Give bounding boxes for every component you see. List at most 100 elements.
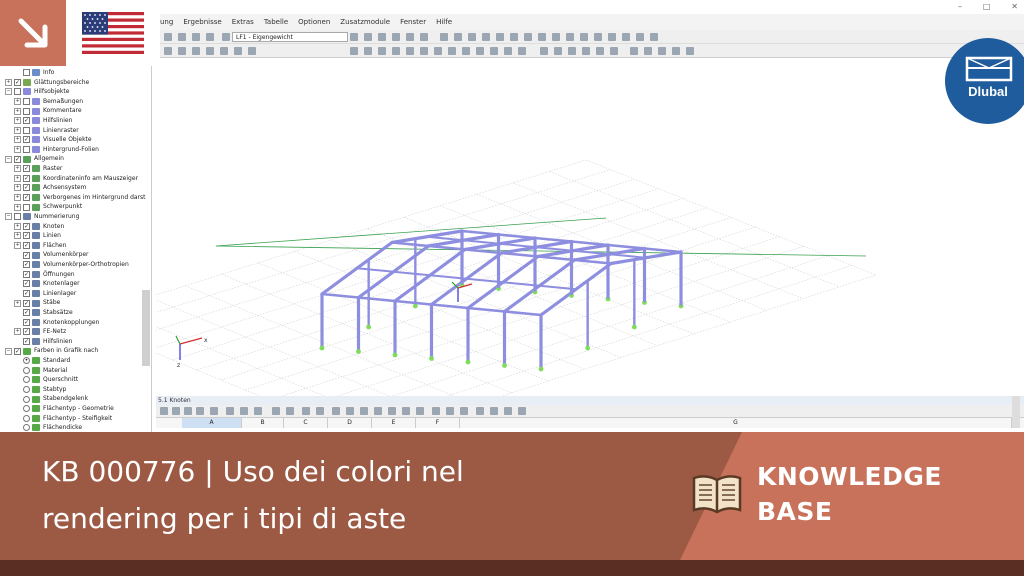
navigator-item[interactable]: + ✓ FE-Netz <box>14 327 66 337</box>
radio-button[interactable] <box>23 405 30 413</box>
toolbar-button-icon[interactable] <box>540 47 548 55</box>
expand-toggle-icon[interactable]: + <box>14 136 21 144</box>
navigator-scrollbar[interactable] <box>142 290 150 366</box>
checkbox[interactable]: ✓ <box>23 232 30 240</box>
toolbar-button-icon[interactable] <box>192 47 200 55</box>
checkbox[interactable]: ✓ <box>14 78 21 86</box>
checkbox[interactable]: ✓ <box>23 261 30 269</box>
navigator-item[interactable]: − Hilfsobjekte <box>5 87 69 97</box>
toolbar-button-icon[interactable] <box>610 47 618 55</box>
expand-toggle-icon[interactable]: + <box>5 78 12 86</box>
toolbar-button-icon[interactable] <box>378 47 386 55</box>
expand-toggle-icon[interactable]: + <box>14 299 21 307</box>
toolbar-button-icon[interactable] <box>286 407 294 415</box>
menu-item-optionen[interactable]: Optionen <box>298 18 330 26</box>
toolbar-button-icon[interactable] <box>178 33 186 41</box>
checkbox[interactable]: ✓ <box>23 174 30 182</box>
checkbox[interactable]: ✓ <box>23 165 30 173</box>
radio-button[interactable] <box>23 376 30 384</box>
toolbar-button-icon[interactable] <box>552 33 560 41</box>
toolbar-button-icon[interactable] <box>346 407 354 415</box>
toolbar-button-icon[interactable] <box>164 47 172 55</box>
expand-toggle-icon[interactable]: − <box>5 347 12 355</box>
toolbar-button-icon[interactable] <box>160 407 168 415</box>
toolbar-button-icon[interactable] <box>524 33 532 41</box>
toolbar-button-icon[interactable] <box>448 47 456 55</box>
radio-button[interactable] <box>23 424 30 432</box>
toolbar-button-icon[interactable] <box>234 47 242 55</box>
menu-item-extras[interactable]: Extras <box>232 18 254 26</box>
expand-toggle-icon[interactable]: + <box>14 98 21 106</box>
navigator-item[interactable]: ✓ Volumenkörper <box>14 250 88 260</box>
toolbar-button-icon[interactable] <box>416 407 424 415</box>
expand-toggle-icon[interactable]: + <box>14 146 21 154</box>
checkbox[interactable] <box>23 98 30 106</box>
navigator-item[interactable]: + Kommentare <box>14 106 82 116</box>
checkbox[interactable]: ✓ <box>23 328 30 336</box>
checkbox[interactable]: ✓ <box>23 222 30 230</box>
graphics-viewport[interactable]: x z <box>75 60 1024 441</box>
checkbox[interactable]: ✓ <box>23 242 30 250</box>
navigator-item[interactable]: + Schwerpunkt <box>14 202 82 212</box>
toolbar-button-icon[interactable] <box>510 33 518 41</box>
minimize-button[interactable]: – <box>958 2 962 14</box>
load-case-select[interactable]: LF1 - Eigengewicht <box>232 32 348 42</box>
checkbox[interactable] <box>23 126 30 134</box>
toolbar-button-icon[interactable] <box>272 407 280 415</box>
toolbar-button-icon[interactable] <box>420 33 428 41</box>
navigator-item[interactable]: ✓ Volumenkörper-Orthotropien <box>14 260 129 270</box>
toolbar-button-icon[interactable] <box>554 47 562 55</box>
toolbar-button-icon[interactable] <box>364 47 372 55</box>
toolbar-button-icon[interactable] <box>582 47 590 55</box>
toolbar-button-icon[interactable] <box>504 47 512 55</box>
toolbar-button-icon[interactable] <box>164 33 172 41</box>
navigator-item[interactable]: + ✓ Knoten <box>14 222 64 232</box>
maximize-button[interactable]: □ <box>983 2 991 14</box>
expand-toggle-icon[interactable]: + <box>14 184 21 192</box>
checkbox[interactable]: ✓ <box>23 318 30 326</box>
checkbox[interactable]: ✓ <box>23 136 30 144</box>
checkbox[interactable]: ✓ <box>23 251 30 259</box>
navigator-item[interactable]: ✓ Knotenlager <box>14 279 80 289</box>
navigator-item[interactable]: + Linienraster <box>14 126 79 136</box>
expand-toggle-icon[interactable]: − <box>5 213 12 221</box>
toolbar-button-icon[interactable] <box>596 47 604 55</box>
navigator-item[interactable]: + Bemaßungen <box>14 97 83 107</box>
toolbar-button-icon[interactable] <box>392 33 400 41</box>
toolbar-button-icon[interactable] <box>388 407 396 415</box>
expand-toggle-icon[interactable]: + <box>14 203 21 211</box>
expand-toggle-icon[interactable]: + <box>14 242 21 250</box>
checkbox[interactable]: ✓ <box>23 338 30 346</box>
expand-toggle-icon[interactable]: + <box>14 174 21 182</box>
toolbar-button-icon[interactable] <box>178 47 186 55</box>
toolbar-button-icon[interactable] <box>568 47 576 55</box>
expand-toggle-icon[interactable]: + <box>14 232 21 240</box>
toolbar-button-icon[interactable] <box>240 407 248 415</box>
navigator-item[interactable]: Stabendgelenk <box>14 394 88 404</box>
navigator-item[interactable]: + ✓ Glättungsbereiche <box>5 78 89 88</box>
close-button[interactable]: ✕ <box>1011 2 1018 14</box>
toolbar-button-icon[interactable] <box>496 33 504 41</box>
toolbar-button-icon[interactable] <box>686 47 694 55</box>
checkbox[interactable]: ✓ <box>23 309 30 317</box>
checkbox[interactable] <box>23 69 30 77</box>
menu-item-hilfe[interactable]: Hilfe <box>436 18 452 26</box>
toolbar-button-icon[interactable] <box>206 47 214 55</box>
expand-toggle-icon[interactable]: + <box>14 117 21 125</box>
toolbar-button-icon[interactable] <box>608 33 616 41</box>
navigator-item[interactable]: ✓ Hilfslinien <box>14 337 72 347</box>
toolbar-button-icon[interactable] <box>226 407 234 415</box>
toolbar-button-icon[interactable] <box>650 33 658 41</box>
radio-button[interactable] <box>23 395 30 403</box>
checkbox[interactable]: ✓ <box>23 299 30 307</box>
toolbar-button-icon[interactable] <box>406 47 414 55</box>
toolbar-button-icon[interactable] <box>332 407 340 415</box>
menu-item-tabelle[interactable]: Tabelle <box>264 18 288 26</box>
toolbar-button-icon[interactable] <box>206 33 214 41</box>
toolbar-button-icon[interactable] <box>222 33 230 41</box>
toolbar-button-icon[interactable] <box>644 47 652 55</box>
toolbar-button-icon[interactable] <box>538 33 546 41</box>
toolbar-button-icon[interactable] <box>350 33 358 41</box>
checkbox[interactable] <box>23 107 30 115</box>
toolbar-button-icon[interactable] <box>630 47 638 55</box>
